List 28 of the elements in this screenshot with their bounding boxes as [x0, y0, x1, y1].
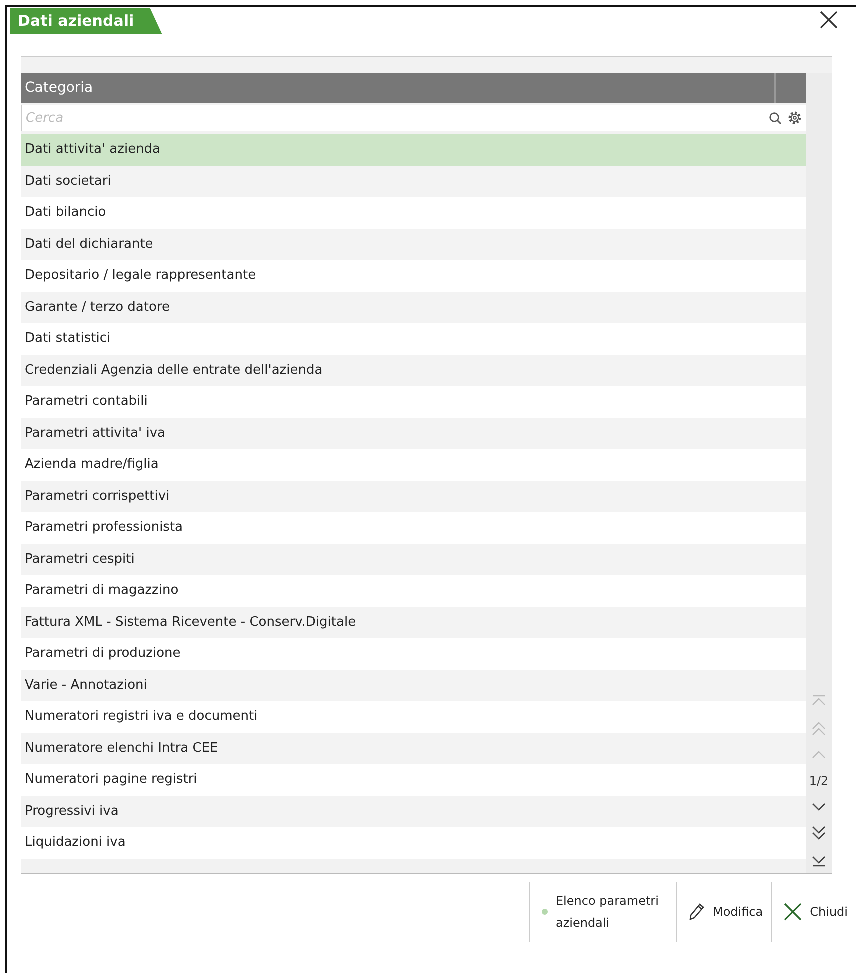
- scroll-down-icon[interactable]: [812, 803, 826, 811]
- window-title: Dati aziendali: [10, 8, 162, 34]
- search-bar[interactable]: Cerca: [21, 105, 806, 131]
- list-row[interactable]: Parametri contabili: [21, 386, 806, 418]
- settings-icon[interactable]: [788, 111, 802, 125]
- status-dot-icon: [542, 909, 548, 915]
- page-down-icon[interactable]: [812, 826, 826, 840]
- list-row[interactable]: Dati bilancio: [21, 197, 806, 228]
- list-row[interactable]: Dati statistici: [21, 323, 806, 354]
- toolbar-button[interactable]: Elenco parametri aziendali: [528, 882, 676, 942]
- list-row[interactable]: Parametri di produzione: [21, 638, 806, 670]
- list-row[interactable]: Parametri professionista: [21, 512, 806, 544]
- list-row[interactable]: Dati attivita' azienda: [21, 134, 806, 166]
- page-indicator: 1/2: [809, 774, 829, 788]
- list-row[interactable]: Numeratori pagine registri: [21, 764, 806, 796]
- close-icon[interactable]: [820, 11, 838, 29]
- toolbar-button[interactable]: Modifica: [676, 882, 772, 942]
- pencil-icon: [688, 903, 705, 921]
- search-field[interactable]: Cerca: [26, 110, 763, 126]
- scroll-bottom-icon[interactable]: [812, 855, 826, 867]
- list-row[interactable]: Azienda madre/figlia: [21, 449, 806, 480]
- list-row[interactable]: Depositario / legale rappresentante: [21, 260, 806, 292]
- close-icon: [784, 903, 802, 921]
- list-row[interactable]: Liquidazioni iva: [21, 827, 806, 858]
- search-icon[interactable]: [769, 112, 782, 124]
- list-row[interactable]: Parametri di magazzino: [21, 575, 806, 606]
- toolbar-button[interactable]: Chiudi: [771, 882, 856, 942]
- list-row[interactable]: Numeratori registri iva e documenti: [21, 701, 806, 732]
